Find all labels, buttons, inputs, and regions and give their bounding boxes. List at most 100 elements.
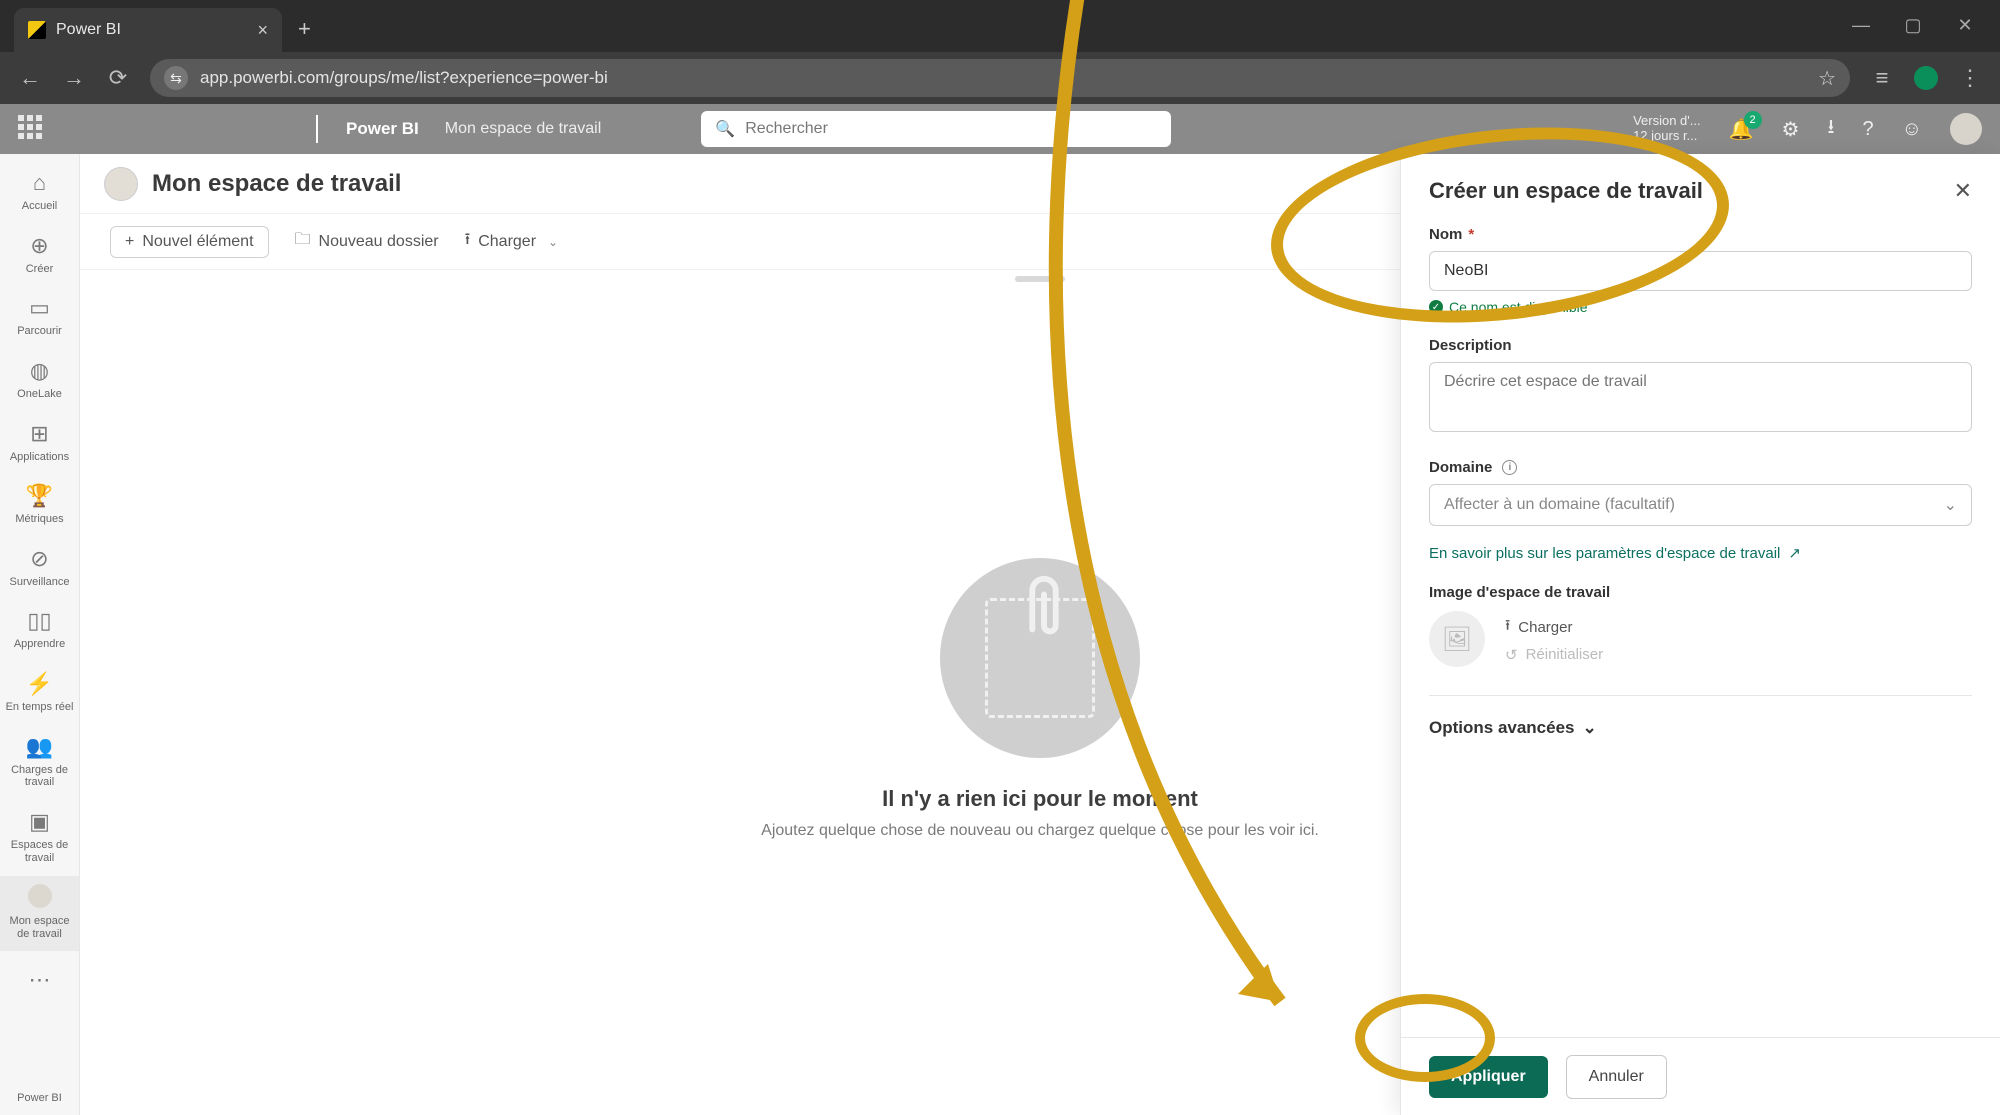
onelake-icon: ◍: [4, 358, 75, 384]
brand-label[interactable]: Power BI: [346, 119, 419, 139]
image-label: Image d'espace de travail: [1429, 584, 1610, 601]
feedback-icon[interactable]: ☺: [1902, 118, 1922, 141]
nav-powerbi[interactable]: Power BI: [0, 1084, 79, 1115]
left-nav: ⌂ Accueil ⊕ Créer ▭ Parcourir ◍ OneLake …: [0, 154, 80, 1115]
required-indicator: *: [1468, 226, 1474, 243]
pbi-topbar: Power BI Mon espace de travail 🔍 Recherc…: [0, 104, 2000, 154]
browser-menu-icon[interactable]: ⋮: [1958, 65, 1982, 91]
name-field: Nom * ✓ Ce nom est disponible: [1429, 226, 1972, 315]
nav-workspaces[interactable]: ▣ Espaces de travail: [0, 801, 79, 874]
image-reset-button: ↺ Réinitialiser: [1505, 643, 1603, 667]
empty-subtext: Ajoutez quelque chose de nouveau ou char…: [761, 822, 1319, 840]
description-label: Description: [1429, 337, 1512, 354]
plus-circle-icon: ⊕: [4, 233, 75, 259]
url-field[interactable]: ⇆ app.powerbi.com/groups/me/list?experie…: [150, 59, 1850, 97]
close-panel-button[interactable]: ✕: [1954, 178, 1972, 204]
domain-field: Domaine i Affecter à un domaine (faculta…: [1429, 459, 1972, 526]
folder-plus-icon: 🗀: [295, 228, 311, 255]
nav-my-workspace[interactable]: Mon espace de travail: [0, 876, 79, 950]
bolt-icon: ⚡: [4, 671, 75, 697]
search-placeholder: Rechercher: [745, 120, 828, 138]
chevron-down-icon: ⌄: [548, 235, 558, 249]
panel-title-row: Créer un espace de travail ✕: [1429, 178, 1972, 204]
apply-button[interactable]: Appliquer: [1429, 1056, 1548, 1098]
people-icon: 👥: [4, 734, 75, 760]
nav-metrics[interactable]: 🏆 Métriques: [0, 475, 79, 536]
upload-button[interactable]: ⭱ Charger ⌄: [465, 228, 558, 255]
apps-icon: ⊞: [4, 421, 75, 447]
download-icon[interactable]: ⭳: [1827, 112, 1834, 146]
create-workspace-panel: Créer un espace de travail ✕ Nom * ✓ Ce …: [1400, 154, 2000, 1115]
upload-icon: ⭱: [465, 228, 471, 255]
upload-icon: ⭱: [1505, 615, 1510, 640]
new-item-button[interactable]: + Nouvel élément: [110, 226, 269, 258]
reader-icon[interactable]: ≡: [1870, 65, 1894, 91]
plus-icon: +: [125, 233, 134, 251]
browser-urlbar: ← → ⟳ ⇆ app.powerbi.com/groups/me/list?e…: [0, 52, 2000, 104]
workspace-avatar-icon: [104, 167, 138, 201]
divider: [316, 115, 318, 143]
nav-back-icon[interactable]: ←: [18, 65, 42, 91]
nav-browse[interactable]: ▭ Parcourir: [0, 287, 79, 348]
settings-help-link[interactable]: En savoir plus sur les paramètres d'espa…: [1429, 544, 1972, 562]
panel-title: Créer un espace de travail: [1429, 178, 1703, 204]
minimize-icon[interactable]: —: [1852, 16, 1870, 34]
nav-workloads[interactable]: 👥 Charges de travail: [0, 726, 79, 799]
nav-learn[interactable]: ▯▯ Apprendre: [0, 600, 79, 661]
close-window-icon[interactable]: ✕: [1956, 16, 1974, 34]
powerbi-favicon-icon: [28, 21, 46, 39]
external-link-icon: ↗: [1788, 544, 1801, 562]
advanced-options-toggle[interactable]: Options avancées ⌄: [1429, 718, 1972, 738]
name-available-hint: ✓ Ce nom est disponible: [1429, 299, 1972, 315]
panel-footer: Appliquer Annuler: [1401, 1037, 2000, 1115]
account-avatar[interactable]: [1950, 113, 1982, 145]
divider: [1429, 695, 1972, 696]
profile-badge-icon[interactable]: [1914, 66, 1938, 90]
image-placeholder-icon: 🖼: [1429, 611, 1485, 667]
app-launcher-icon[interactable]: [18, 115, 46, 143]
page-title: Mon espace de travail: [152, 170, 401, 198]
global-search[interactable]: 🔍 Rechercher: [701, 111, 1171, 147]
chevron-down-icon: ⌄: [1944, 495, 1957, 515]
nav-home[interactable]: ⌂ Accueil: [0, 162, 79, 223]
home-icon: ⌂: [4, 170, 75, 196]
nav-forward-icon[interactable]: →: [62, 65, 86, 91]
cancel-button[interactable]: Annuler: [1566, 1055, 1667, 1099]
nav-more[interactable]: ⋯: [29, 953, 51, 1007]
bookmark-icon[interactable]: ☆: [1818, 66, 1836, 91]
settings-icon[interactable]: ⚙: [1782, 117, 1800, 142]
new-folder-button[interactable]: 🗀 Nouveau dossier: [295, 228, 439, 255]
site-info-icon[interactable]: ⇆: [164, 66, 188, 90]
undo-icon: ↺: [1505, 646, 1518, 664]
domain-select[interactable]: Affecter à un domaine (facultatif) ⌄: [1429, 484, 1972, 526]
image-section: Image d'espace de travail 🖼 ⭱ Charger ↺ …: [1429, 584, 1972, 667]
description-field: Description: [1429, 337, 1972, 437]
image-upload-button[interactable]: ⭱ Charger: [1505, 612, 1603, 643]
chevron-down-icon: ⌄: [1583, 718, 1597, 738]
breadcrumb[interactable]: Mon espace de travail: [445, 120, 602, 138]
info-icon[interactable]: i: [1502, 460, 1517, 475]
paperclip-icon: [1020, 571, 1068, 649]
nav-realtime[interactable]: ⚡ En temps réel: [0, 663, 79, 724]
new-tab-button[interactable]: +: [282, 16, 327, 52]
nav-onelake[interactable]: ◍ OneLake: [0, 350, 79, 411]
trial-badge[interactable]: Version d'... 12 jours r...: [1633, 114, 1701, 144]
avatar-icon: [28, 884, 52, 908]
empty-illustration: [940, 558, 1140, 758]
book-icon: ▯▯: [4, 608, 75, 634]
close-tab-icon[interactable]: ×: [257, 20, 268, 41]
browser-titlebar: Power BI × + — ▢ ✕: [0, 0, 2000, 52]
notif-count-badge: 2: [1744, 111, 1762, 129]
help-icon[interactable]: ?: [1862, 118, 1873, 141]
notifications-button[interactable]: 🔔 2: [1729, 117, 1754, 142]
browser-tab[interactable]: Power BI ×: [14, 8, 282, 52]
window-controls: — ▢ ✕: [1826, 16, 2000, 52]
nav-monitor[interactable]: ⊘ Surveillance: [0, 538, 79, 599]
nav-create[interactable]: ⊕ Créer: [0, 225, 79, 286]
folder-icon: ▭: [4, 295, 75, 321]
maximize-icon[interactable]: ▢: [1904, 16, 1922, 34]
description-input[interactable]: [1429, 362, 1972, 432]
nav-reload-icon[interactable]: ⟳: [106, 65, 130, 91]
nav-apps[interactable]: ⊞ Applications: [0, 413, 79, 474]
name-input[interactable]: [1429, 251, 1972, 291]
